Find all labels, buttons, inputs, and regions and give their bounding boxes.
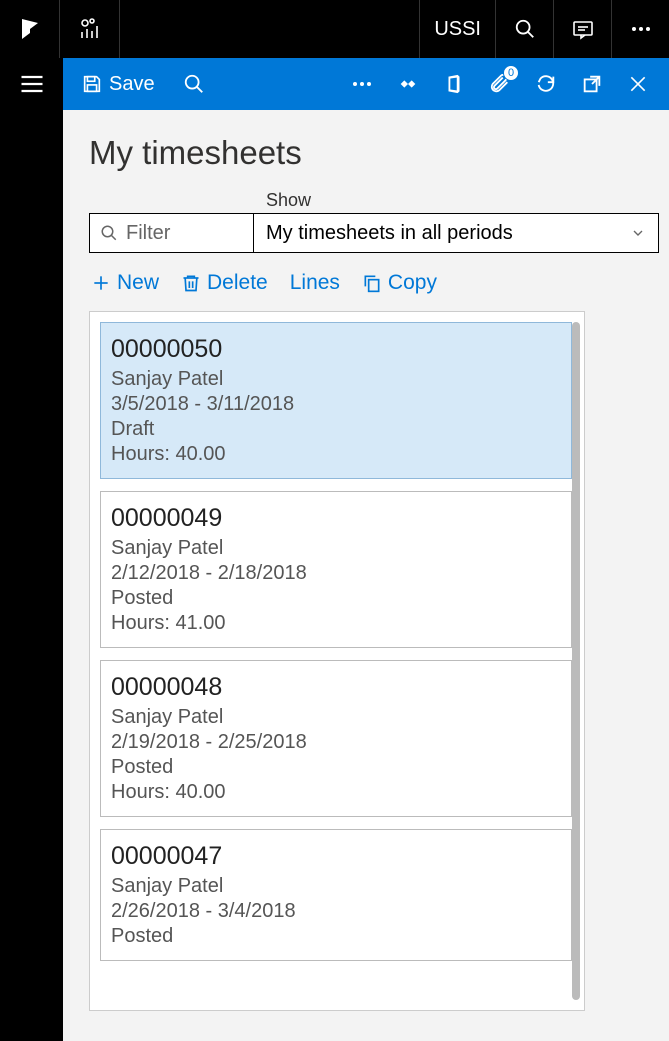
save-icon — [81, 73, 103, 95]
timesheet-name: Sanjay Patel — [111, 706, 561, 729]
messages-icon[interactable] — [553, 0, 611, 58]
timesheet-period: 3/5/2018 - 3/11/2018 — [111, 393, 561, 416]
content-area: Save 0 — [63, 58, 669, 1041]
new-button[interactable]: New — [91, 271, 159, 295]
timesheet-card[interactable]: 00000048 Sanjay Patel2/19/2018 - 2/25/201… — [100, 660, 572, 817]
timesheet-name: Sanjay Patel — [111, 875, 561, 898]
timesheet-status: Draft — [111, 418, 561, 441]
timesheet-status: Posted — [111, 756, 561, 779]
plus-icon — [91, 273, 111, 293]
timesheet-card[interactable]: 00000050 Sanjay Patel3/5/2018 - 3/11/2018… — [100, 322, 572, 479]
popout-icon[interactable] — [569, 61, 615, 107]
nav-strip — [0, 58, 63, 1041]
close-icon[interactable] — [615, 61, 661, 107]
top-bar-left — [0, 0, 120, 58]
timesheet-period: 2/19/2018 - 2/25/2018 — [111, 731, 561, 754]
show-wrap: Show My timesheets in all periods — [254, 190, 659, 253]
timesheet-id: 00000050 — [111, 335, 561, 364]
hamburger-icon[interactable] — [18, 70, 46, 1041]
timesheet-hours: Hours: 40.00 — [111, 443, 561, 466]
copy-button[interactable]: Copy — [362, 271, 437, 295]
timesheet-hours: Hours: 40.00 — [111, 781, 561, 804]
timesheet-card[interactable]: 00000047 Sanjay Patel2/26/2018 - 3/4/2018… — [100, 829, 572, 961]
save-label: Save — [109, 73, 155, 96]
timesheet-list: 00000050Sanjay Patel3/5/2018 - 3/11/2018… — [89, 311, 585, 1011]
timesheet-status: Posted — [111, 925, 561, 948]
filter-row: Filter Show My timesheets in all periods — [89, 190, 669, 253]
list-toolbar: New Delete Lines Copy — [89, 271, 669, 295]
show-value: My timesheets in all periods — [266, 222, 513, 245]
timesheet-period: 2/26/2018 - 3/4/2018 — [111, 900, 561, 923]
scrollbar[interactable] — [572, 322, 580, 1000]
top-bar-right: USSI — [419, 0, 669, 58]
timesheet-id: 00000047 — [111, 842, 561, 871]
related-icon[interactable] — [385, 61, 431, 107]
page: My timesheets Filter Show My timesheets … — [63, 110, 669, 1041]
show-select[interactable]: My timesheets in all periods — [254, 213, 659, 253]
timesheet-period: 2/12/2018 - 2/18/2018 — [111, 562, 561, 585]
search-icon[interactable] — [495, 0, 553, 58]
delete-button[interactable]: Delete — [181, 271, 268, 295]
action-bar: Save 0 — [63, 58, 669, 110]
action-search-icon[interactable] — [183, 73, 205, 95]
refresh-icon[interactable] — [523, 61, 569, 107]
body-row: Save 0 — [0, 58, 669, 1041]
timesheet-list-inner[interactable]: 00000050Sanjay Patel3/5/2018 - 3/11/2018… — [100, 322, 574, 1000]
timesheet-card[interactable]: 00000049 Sanjay Patel2/12/2018 - 2/18/201… — [100, 491, 572, 648]
chevron-down-icon — [630, 225, 646, 241]
trash-icon — [181, 273, 201, 293]
filter-placeholder: Filter — [126, 222, 170, 245]
delete-label: Delete — [207, 271, 268, 295]
timesheet-id: 00000049 — [111, 504, 561, 533]
action-more-icon[interactable] — [339, 61, 385, 107]
timesheet-id: 00000048 — [111, 673, 561, 702]
company-selector[interactable]: USSI — [419, 0, 495, 58]
timesheet-status: Posted — [111, 587, 561, 610]
lines-label: Lines — [290, 271, 340, 295]
timesheet-name: Sanjay Patel — [111, 537, 561, 560]
copy-icon — [362, 273, 382, 293]
office-icon[interactable] — [431, 61, 477, 107]
timesheet-hours: Hours: 41.00 — [111, 612, 561, 635]
save-button[interactable]: Save — [71, 67, 165, 102]
copy-label: Copy — [388, 271, 437, 295]
attachment-icon[interactable]: 0 — [477, 61, 523, 107]
page-title: My timesheets — [89, 134, 669, 172]
top-bar: USSI — [0, 0, 669, 58]
filter-search-icon — [100, 224, 118, 242]
lines-button[interactable]: Lines — [290, 271, 340, 295]
timesheet-name: Sanjay Patel — [111, 368, 561, 391]
more-icon[interactable] — [611, 0, 669, 58]
filter-input[interactable]: Filter — [89, 213, 254, 253]
settings-chart-icon[interactable] — [60, 0, 120, 58]
dynamics-logo[interactable] — [0, 0, 60, 58]
show-label: Show — [266, 190, 659, 211]
new-label: New — [117, 271, 159, 295]
attachment-badge: 0 — [503, 65, 519, 81]
